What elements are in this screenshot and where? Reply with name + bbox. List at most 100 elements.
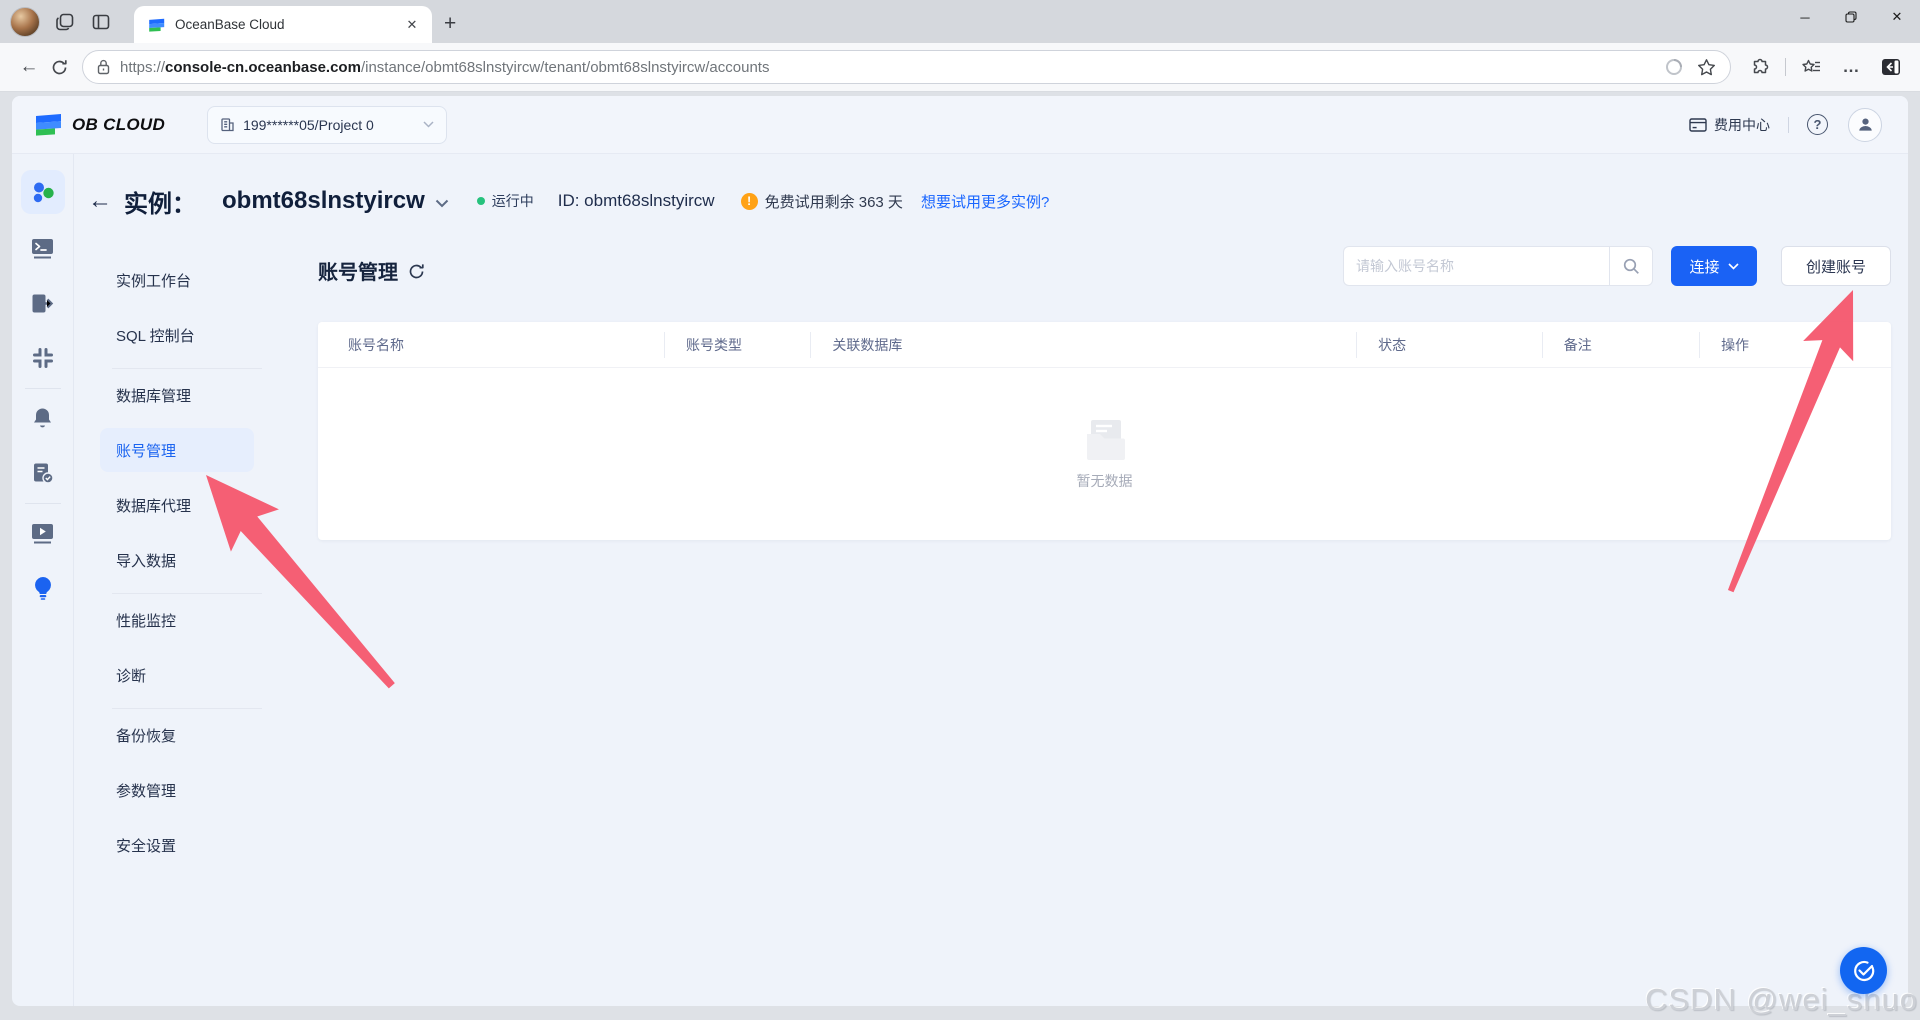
submenu-divider [112, 593, 262, 594]
column-remarks: 备注 [1541, 331, 1699, 358]
column-actions: 操作 [1699, 331, 1891, 358]
status-dot [476, 197, 485, 205]
table-header-row: 账号名称 账号类型 关联数据库 状态 备注 操作 [318, 322, 1891, 368]
billing-label: 费用中心 [1714, 116, 1770, 133]
help-icon[interactable]: ? [1807, 114, 1828, 135]
organization-icon [221, 118, 234, 132]
instance-bar: ← 实例： obmt68slnstyircw 运行中 ID: obmt68sln… [74, 154, 1908, 240]
instance-label: 实例： [124, 190, 196, 218]
check-circle-icon [1853, 960, 1874, 981]
connect-label: 连接 [1689, 258, 1720, 276]
address-bar[interactable]: https://console-cn.oceanbase.com/instanc… [82, 50, 1731, 84]
tab-actions-icon[interactable] [90, 11, 112, 33]
window-restore-button[interactable] [1828, 0, 1874, 34]
column-account-type: 账号类型 [664, 331, 810, 358]
user-avatar[interactable] [1848, 107, 1882, 142]
favorite-star-icon[interactable] [1697, 58, 1716, 77]
accounts-table: 账号名称 账号类型 关联数据库 状态 备注 操作 暂无数据 [318, 322, 1891, 540]
refresh-list-icon[interactable] [408, 263, 425, 280]
url-text[interactable]: https://console-cn.oceanbase.com/instanc… [120, 59, 1665, 76]
rail-divider [24, 388, 61, 389]
browser-profile-avatar[interactable] [10, 6, 40, 37]
page-title: 账号管理 [318, 261, 398, 284]
ob-cloud-logo[interactable]: OB CLOUD [34, 113, 165, 136]
rail-item-sql-console[interactable] [31, 236, 55, 260]
instance-name: obmt68slnstyircw [222, 187, 425, 214]
url-host: console-cn.oceanbase.com [165, 58, 361, 76]
browser-navbar: ← https://console-cn.oceanbase.com/insta… [0, 43, 1920, 92]
lock-icon [97, 59, 110, 75]
account-search-input[interactable] [1343, 246, 1609, 286]
browser-tab-bar: OceanBase Cloud ✕ + ─ ✕ [0, 0, 1920, 43]
submenu-divider [112, 708, 262, 709]
table-body: 暂无数据 [318, 368, 1891, 540]
extensions-icon[interactable] [1745, 52, 1775, 82]
search-button[interactable] [1609, 246, 1653, 286]
sidebar-item-security-settings[interactable]: 安全设置 [100, 823, 254, 867]
project-selector[interactable]: 199******05/Project 0 [207, 105, 448, 144]
refresh-icon[interactable] [44, 52, 74, 82]
column-status: 状态 [1356, 331, 1542, 358]
rail-item-alerts[interactable] [31, 406, 55, 430]
browser-viewport: OB CLOUD 199******05/Project 0 费用中心 ? ← … [0, 92, 1920, 1020]
billing-center-link[interactable]: 费用中心 [1689, 115, 1770, 135]
tab-title: OceanBase Cloud [175, 17, 285, 32]
rail-divider [24, 503, 61, 504]
trial-more-link[interactable]: 想要试用更多实例? [921, 191, 1049, 212]
search-icon [1623, 258, 1639, 274]
connect-button[interactable]: 连接 [1671, 246, 1757, 286]
more-menu-icon[interactable]: … [1836, 52, 1866, 82]
new-tab-button[interactable]: + [444, 12, 456, 36]
instances-cluster-icon [33, 182, 54, 203]
empty-text: 暂无数据 [1076, 472, 1133, 489]
web-capture-icon[interactable] [1665, 58, 1683, 76]
instance-submenu: 实例工作台 SQL 控制台 数据库管理 账号管理 数据库代理 导入数据 性能监控… [74, 240, 288, 1006]
rail-item-integrations[interactable] [31, 346, 55, 370]
ob-cloud-logo-icon [36, 114, 61, 136]
sidebar-item-parameter-management[interactable]: 参数管理 [100, 768, 254, 812]
sidebar-item-workbench[interactable]: 实例工作台 [100, 258, 254, 302]
oceanbase-console-page: OB CLOUD 199******05/Project 0 费用中心 ? ← … [12, 96, 1908, 1006]
sidebar-item-performance-monitoring[interactable]: 性能监控 [100, 598, 254, 642]
app-header: OB CLOUD 199******05/Project 0 费用中心 ? [12, 96, 1908, 154]
sidebar-item-diagnostics[interactable]: 诊断 [100, 653, 254, 697]
sidebar-item-database-management[interactable]: 数据库管理 [100, 373, 254, 417]
rail-item-migration[interactable] [31, 291, 55, 315]
oceanbase-favicon [149, 18, 165, 32]
browser-tab-oceanbase[interactable]: OceanBase Cloud ✕ [134, 6, 432, 43]
window-close-button[interactable]: ✕ [1874, 0, 1920, 34]
favorites-bar-icon[interactable] [1796, 52, 1826, 82]
sidebar-item-database-proxy[interactable]: 数据库代理 [100, 483, 254, 527]
person-icon [1858, 118, 1872, 131]
back-icon[interactable]: ← [14, 52, 44, 82]
sidebar-item-import-data[interactable]: 导入数据 [100, 538, 254, 582]
empty-data-icon [1086, 419, 1125, 460]
workspaces-icon[interactable] [54, 11, 76, 33]
sidebar-item-backup-restore[interactable]: 备份恢复 [100, 713, 254, 757]
url-path: /instance/obmt68slnstyircw/tenant/obmt68… [360, 58, 770, 76]
chevron-down-icon [423, 121, 434, 128]
instance-switch-chevron-icon[interactable] [435, 199, 449, 208]
logo-text: OB CLOUD [72, 114, 166, 134]
status-text: 运行中 [491, 193, 534, 209]
trial-warning-icon: ! [740, 192, 758, 210]
column-account-name: 账号名称 [348, 336, 404, 353]
submenu-divider [112, 368, 262, 369]
sidebar-item-account-management[interactable]: 账号管理 [100, 428, 254, 472]
account-management-content: 账号管理 请输入账号名称 连接 创建账号 账号名称 账号类型 关联数据库 状态 … [318, 244, 1891, 1006]
tab-close-icon[interactable]: ✕ [402, 15, 422, 35]
rail-item-instances[interactable] [20, 170, 65, 214]
create-account-button[interactable]: 创建账号 [1781, 246, 1891, 286]
rail-item-audit[interactable] [31, 461, 55, 485]
back-to-instances-icon[interactable]: ← [88, 187, 112, 215]
rail-item-tips[interactable] [31, 576, 55, 600]
url-scheme: https:// [120, 58, 166, 76]
sidebar-item-sql-console[interactable]: SQL 控制台 [100, 313, 254, 357]
billing-card-icon [1689, 117, 1707, 132]
instance-id: ID: obmt68slnstyircw [557, 191, 715, 210]
rail-item-tutorials[interactable] [31, 521, 55, 545]
window-minimize-button[interactable]: ─ [1782, 0, 1828, 34]
column-linked-databases: 关联数据库 [810, 331, 1356, 358]
feedback-fab-button[interactable] [1840, 947, 1887, 994]
copilot-sidebar-icon[interactable] [1876, 52, 1906, 82]
